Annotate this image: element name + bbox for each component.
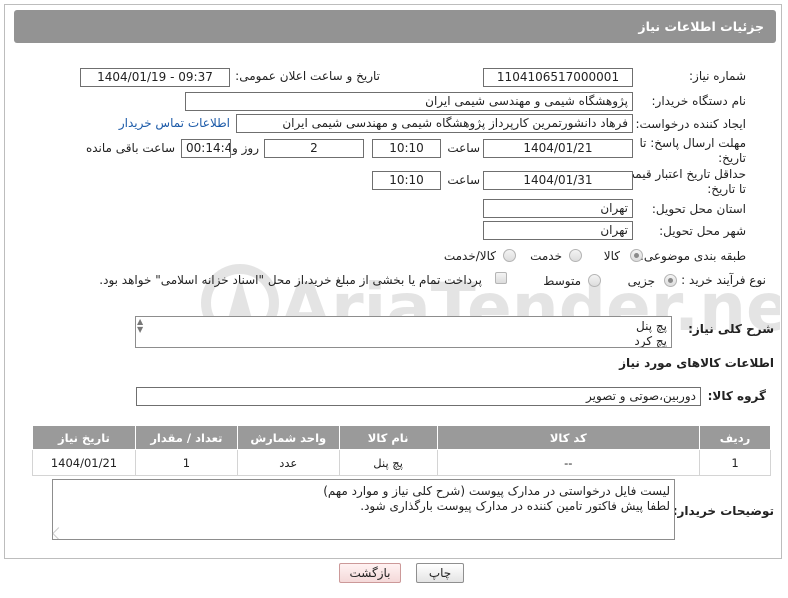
buyer-contact-link[interactable]: اطلاعات تماس خریدار	[119, 116, 230, 130]
back-button[interactable]: بازگشت	[339, 563, 401, 583]
cell-quantity: 1	[134, 449, 238, 476]
need-number-label: شماره نیاز:	[689, 69, 746, 83]
announce-label: تاریخ و ساعت اعلان عمومی:	[235, 69, 380, 83]
cell-unit: عدد	[236, 449, 340, 476]
table-row: 1404/01/21 1 عدد پچ پنل -- 1	[32, 449, 771, 476]
description-line-1: پچ پنل	[636, 319, 667, 333]
cell-row-number: 1	[699, 449, 771, 476]
creator-label: ایجاد کننده درخواست:	[635, 117, 746, 131]
deadline-days-field: 2	[264, 139, 364, 158]
panel-header: جزئیات اطلاعات نیاز	[14, 10, 776, 43]
deadline-date-field: 1404/01/21	[483, 139, 633, 158]
category-option-goods-service: کالا/خدمت	[443, 249, 496, 263]
goods-group-label: گروه کالا:	[707, 389, 766, 403]
deadline-days-label: روز و	[232, 141, 259, 155]
province-label: استان محل تحویل:	[651, 202, 746, 216]
buyer-field: پژوهشگاه شیمی و مهندسی شیمی ایران	[185, 92, 633, 111]
col-item-code: کد کالا	[436, 425, 701, 450]
buyer-label: نام دستگاه خریدار:	[651, 94, 747, 108]
process-label: نوع فرآیند خرید :	[681, 273, 766, 287]
announce-field: 1404/01/19 - 09:37	[80, 68, 230, 87]
category-label: طبقه بندی موضوعی:	[639, 249, 746, 263]
process-radio-minor[interactable]	[664, 274, 677, 287]
category-option-goods: کالا	[603, 249, 620, 263]
province-field: تهران	[483, 199, 633, 218]
deadline-time-label: ساعت	[447, 141, 480, 155]
scroll-arrows-icon[interactable]: ▲ ▼	[137, 318, 143, 334]
buyer-notes-line-2: لطفا پیش فاکتور تامین کننده در مدارک پیو…	[360, 499, 670, 513]
print-button[interactable]: چاپ	[416, 563, 464, 583]
goods-group-field: دوربین،صوتی و تصویر	[136, 387, 701, 406]
city-field: تهران	[483, 221, 633, 240]
cell-item-name: پچ پنل	[338, 449, 438, 476]
process-option-minor: جزیی	[627, 274, 655, 288]
price-validity-time-label: ساعت	[447, 173, 480, 187]
category-radio-service[interactable]	[569, 249, 582, 262]
deadline-label: مهلت ارسال پاسخ: تا تاریخ:	[639, 136, 746, 165]
items-table-header: تاریخ نیاز تعداد / مقدار واحد شمارش نام …	[32, 425, 771, 450]
price-validity-date-field: 1404/01/31	[483, 171, 633, 190]
description-label: شرح کلی نیاز:	[688, 322, 774, 336]
col-quantity: تعداد / مقدار	[134, 425, 238, 450]
buyer-notes-label: توضیحات خریدار:	[672, 504, 774, 518]
treasury-payment-checkbox[interactable]	[495, 272, 507, 284]
category-option-service: خدمت	[530, 249, 562, 263]
price-validity-label: حداقل تاریخ اعتبار قیمت: تا تاریخ:	[619, 167, 746, 196]
items-table: تاریخ نیاز تعداد / مقدار واحد شمارش نام …	[32, 425, 771, 476]
category-radio-goods-service[interactable]	[503, 249, 516, 262]
city-label: شهر محل تحویل:	[659, 224, 746, 238]
deadline-time-field: 10:10	[372, 139, 441, 158]
treasury-payment-note: پرداخت تمام یا بخشی از مبلغ خرید،از محل …	[99, 273, 482, 287]
price-validity-time-field: 10:10	[372, 171, 441, 190]
need-number-field: 1104106517000001	[483, 68, 633, 87]
cell-need-date: 1404/01/21	[32, 449, 136, 476]
process-radio-medium[interactable]	[588, 274, 601, 287]
buyer-notes-line-1: لیست فایل درخواستی در مدارک پیوست (شرح ک…	[323, 484, 670, 498]
col-row-number: ردیف	[699, 425, 771, 450]
col-need-date: تاریخ نیاز	[32, 425, 136, 450]
creator-field: فرهاد دانشورتمرین کارپرداز پژوهشگاه شیمی…	[236, 114, 633, 133]
buyer-notes-textarea[interactable]: لیست فایل درخواستی در مدارک پیوست (شرح ک…	[52, 479, 675, 540]
col-item-name: نام کالا	[338, 425, 438, 450]
process-option-medium: متوسط	[543, 274, 581, 288]
deadline-remaining-field: 00:14:41	[181, 139, 231, 158]
category-radio-goods[interactable]	[630, 249, 643, 262]
goods-section-title: اطلاعات کالاهای مورد نیاز	[619, 356, 774, 370]
description-line-2: پچ کرد	[634, 334, 667, 348]
deadline-remaining-label: ساعت باقی مانده	[85, 141, 175, 155]
cell-item-code: --	[436, 449, 701, 476]
col-unit: واحد شمارش	[236, 425, 340, 450]
description-textarea[interactable]: پچ پنل پچ کرد	[135, 316, 672, 348]
